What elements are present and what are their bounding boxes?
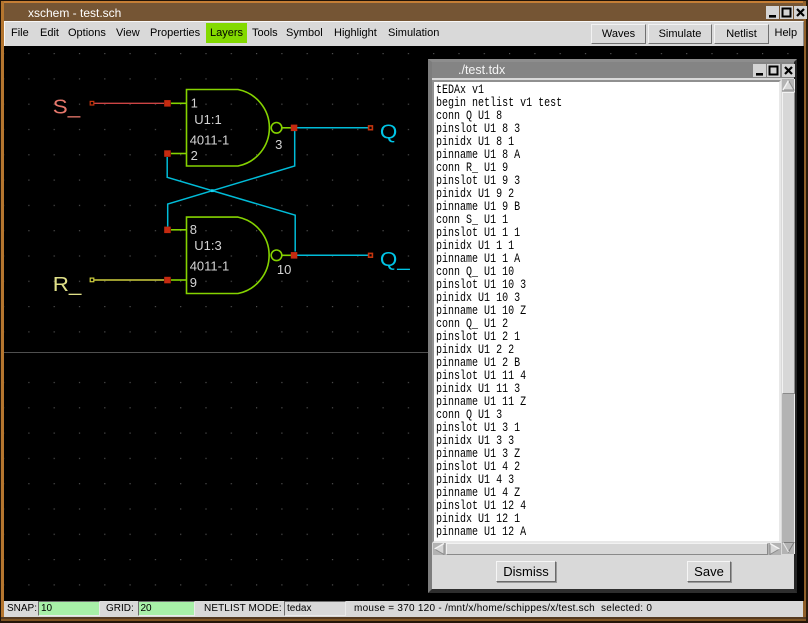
svg-text:8: 8 — [190, 222, 197, 237]
svg-text:4011-1: 4011-1 — [190, 132, 230, 147]
svg-text:2: 2 — [191, 148, 198, 163]
svg-text:S_: S_ — [53, 96, 82, 118]
svg-text:U1:3: U1:3 — [194, 238, 221, 253]
svg-text:9: 9 — [190, 275, 197, 290]
svg-text:10: 10 — [277, 262, 291, 277]
svg-text:4011-1: 4011-1 — [190, 258, 230, 273]
svg-text:3: 3 — [275, 137, 282, 152]
svg-text:Q: Q — [380, 122, 397, 144]
svg-text:R_: R_ — [53, 274, 83, 296]
svg-text:1: 1 — [191, 95, 198, 110]
svg-text:U1:1: U1:1 — [194, 112, 221, 127]
svg-text:Q_: Q_ — [380, 249, 411, 271]
